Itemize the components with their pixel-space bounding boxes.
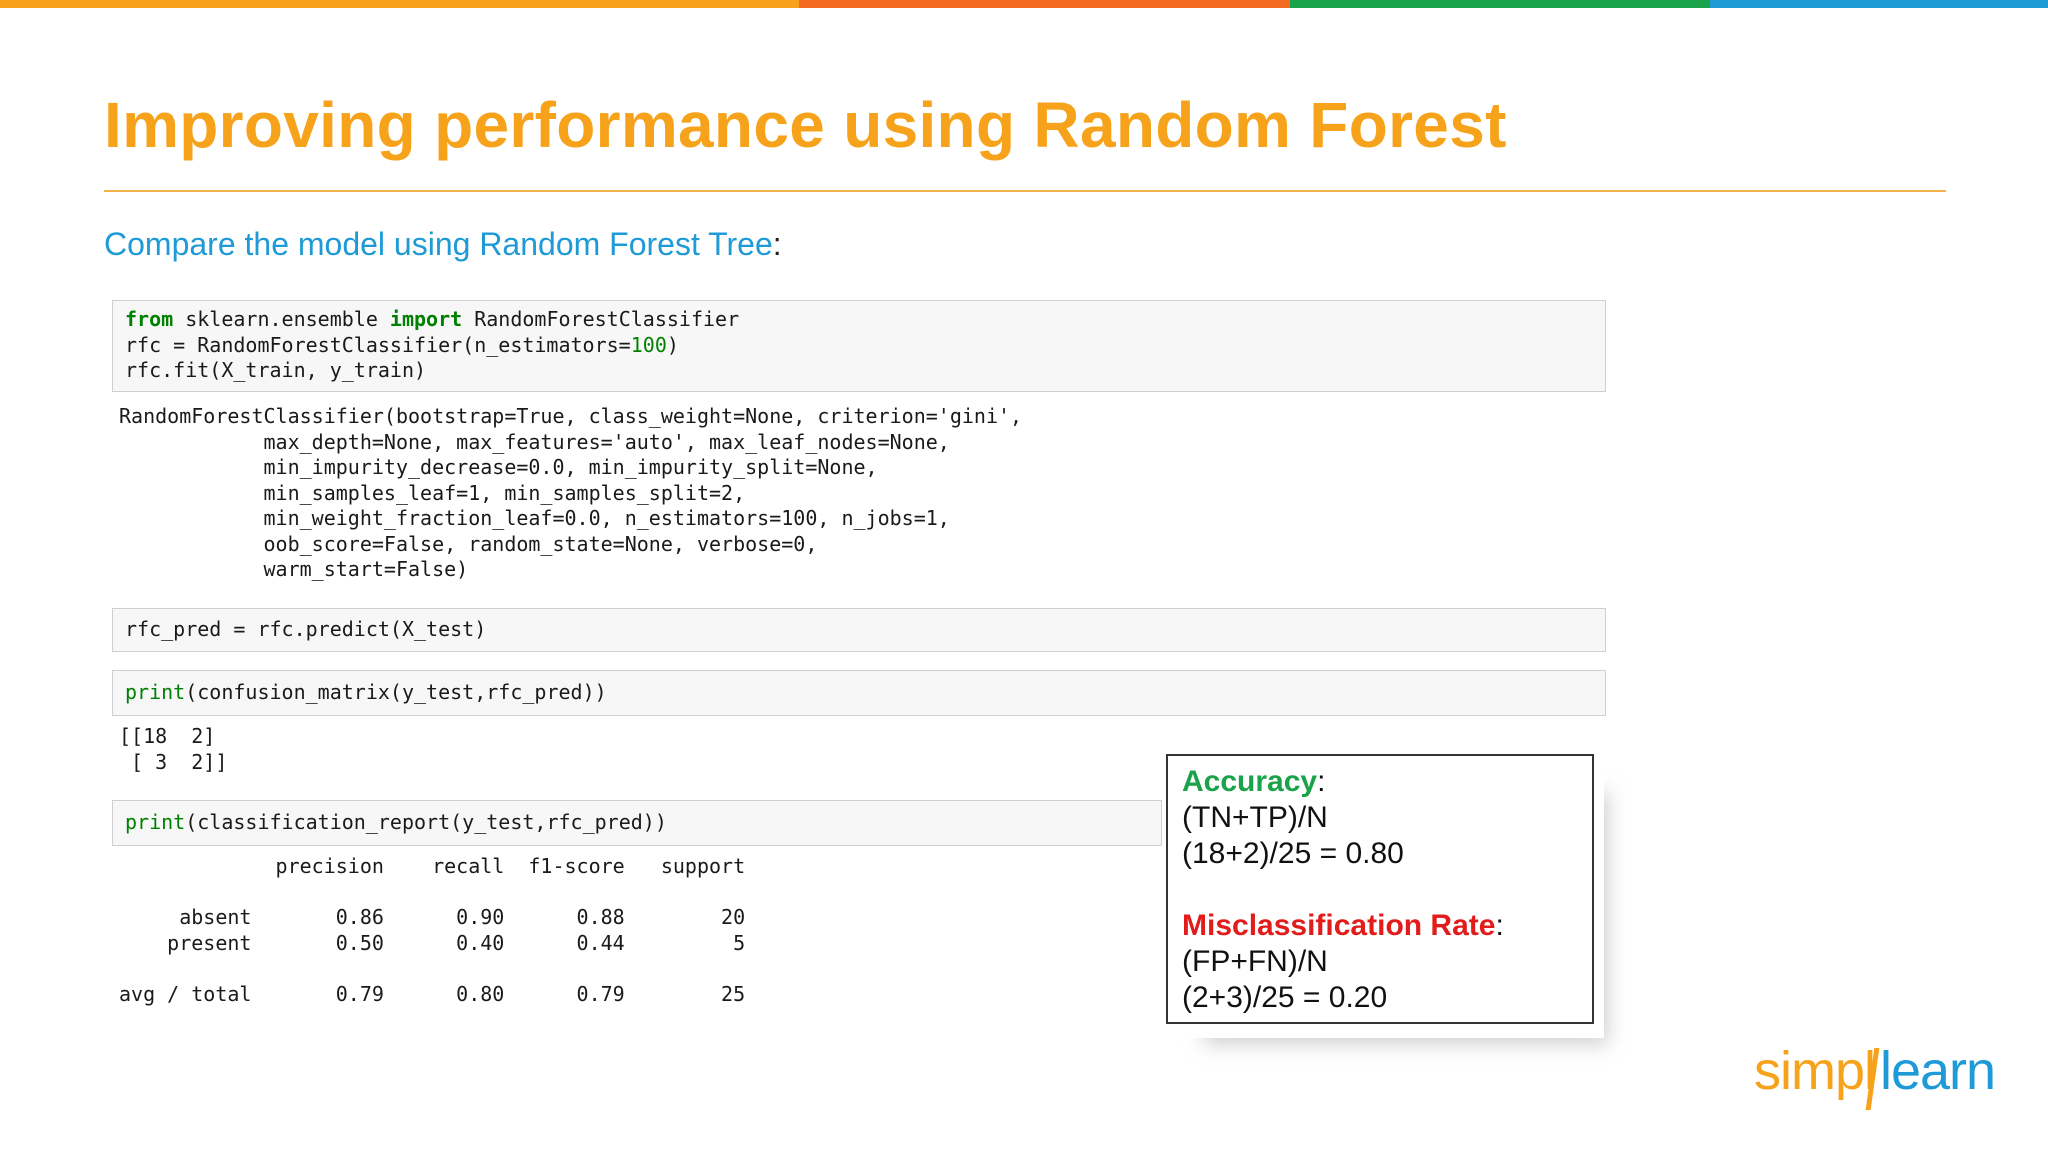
code-line-import: from sklearn.ensemble import RandomFores…: [125, 307, 739, 333]
slide-title: Improving performance using Random Fores…: [104, 89, 1507, 161]
metrics-callout: Accuracy: (TN+TP)/N (18+2)/25 = 0.80 Mis…: [1164, 752, 1608, 1044]
keyword-from: from: [125, 307, 174, 331]
output-confusion-matrix: [[18 2] [ 3 2]]: [119, 724, 227, 775]
output-line: RandomForestClassifier(bootstrap=True, c…: [119, 404, 1023, 428]
top-color-bar: [0, 0, 2048, 8]
class-name: RandomForestClassifier: [462, 307, 740, 331]
callout-frame: Accuracy: (TN+TP)/N (18+2)/25 = 0.80 Mis…: [1164, 752, 1604, 1038]
keyword-import: import: [389, 307, 463, 331]
report-header: precision recall f1-score support: [119, 854, 746, 878]
accuracy-formula: (TN+TP)/N: [1182, 801, 1328, 834]
top-bar-segment-orange: [0, 0, 799, 8]
code-cell-fit: from sklearn.ensemble import RandomFores…: [112, 300, 1606, 392]
subtitle-text: Compare the model using Random Forest Tr…: [104, 226, 773, 262]
accuracy-calculation: (18+2)/25 = 0.80: [1182, 837, 1404, 870]
code-line-construct: rfc = RandomForestClassifier(n_estimator…: [125, 333, 679, 359]
top-bar-segment-blue: [1710, 0, 2048, 8]
n-estimators-value: 100: [630, 332, 667, 357]
misclassification-calculation: (2+3)/25 = 0.20: [1182, 981, 1388, 1014]
code-line-predict: rfc_pred = rfc.predict(X_test): [125, 617, 487, 641]
accuracy-colon: :: [1317, 765, 1326, 798]
top-bar-segment-red-orange: [798, 0, 1291, 8]
logo-text-simpl: simpl: [1754, 1041, 1876, 1101]
output-line: min_samples_leaf=1, min_samples_split=2,: [119, 480, 746, 505]
report-row-present: present 0.50 0.40 0.44 5: [119, 930, 746, 955]
top-bar-segment-green: [1290, 0, 1711, 8]
report-row-total: avg / total 0.79 0.80 0.79 25: [119, 981, 746, 1006]
output-line: min_weight_fraction_leaf=0.0, n_estimato…: [119, 506, 950, 530]
code-cell-classification-report: print(classification_report(y_test,rfc_p…: [112, 800, 1162, 846]
code-line-classification-report: print(classification_report(y_test,rfc_p…: [125, 810, 667, 836]
matrix-row: [[18 2]: [119, 724, 216, 748]
output-line: oob_score=False, random_state=None, verb…: [119, 531, 818, 556]
misclassification-label: Misclassification Rate: [1182, 909, 1496, 942]
report-args: (classification_report(y_test,rfc_pred)): [185, 810, 667, 834]
output-line: min_impurity_decrease=0.0, min_impurity_…: [119, 455, 878, 479]
code-line-confusion-matrix: print(confusion_matrix(y_test,rfc_pred)): [125, 680, 607, 706]
misclassification-heading: Misclassification Rate:: [1182, 908, 1578, 944]
report-blank: [119, 956, 745, 982]
output-classification-report: precision recall f1-score support absent…: [119, 854, 745, 1007]
report-blank: [119, 880, 745, 906]
subtitle-colon: :: [772, 226, 782, 262]
builtin-print: print: [125, 680, 186, 704]
output-line: warm_start=False): [119, 557, 469, 581]
title-divider: [104, 190, 1946, 192]
misclassification-colon: :: [1495, 909, 1504, 942]
matrix-row: [ 3 2]]: [119, 749, 228, 774]
callout-box: Accuracy: (TN+TP)/N (18+2)/25 = 0.80 Mis…: [1166, 754, 1594, 1024]
misclassification-formula: (FP+FN)/N: [1182, 945, 1328, 978]
accuracy-label: Accuracy: [1182, 765, 1318, 798]
logo-text-learn: learn: [1880, 1041, 1996, 1101]
report-row-absent: absent 0.86 0.90 0.88 20: [119, 905, 746, 929]
callout-spacer: [1182, 872, 1578, 908]
confusion-args: (confusion_matrix(y_test,rfc_pred)): [185, 680, 607, 704]
code-line-fit: rfc.fit(X_train, y_train): [125, 358, 427, 382]
construct-post: ): [666, 332, 679, 357]
slide-subtitle: Compare the model using Random Forest Tr…: [104, 226, 782, 263]
output-line: max_depth=None, max_features='auto', max…: [119, 429, 950, 454]
simplilearn-logo: simpl learn: [1754, 1040, 2004, 1110]
construct-pre: rfc = RandomForestClassifier(n_estimator…: [125, 332, 631, 357]
output-classifier-repr: RandomForestClassifier(bootstrap=True, c…: [119, 404, 1022, 583]
module-name: sklearn.ensemble: [173, 307, 390, 331]
accuracy-heading: Accuracy:: [1182, 764, 1578, 800]
builtin-print: print: [125, 810, 186, 834]
code-cell-confusion-matrix: print(confusion_matrix(y_test,rfc_pred)): [112, 670, 1606, 716]
code-cell-predict: rfc_pred = rfc.predict(X_test): [112, 608, 1606, 652]
